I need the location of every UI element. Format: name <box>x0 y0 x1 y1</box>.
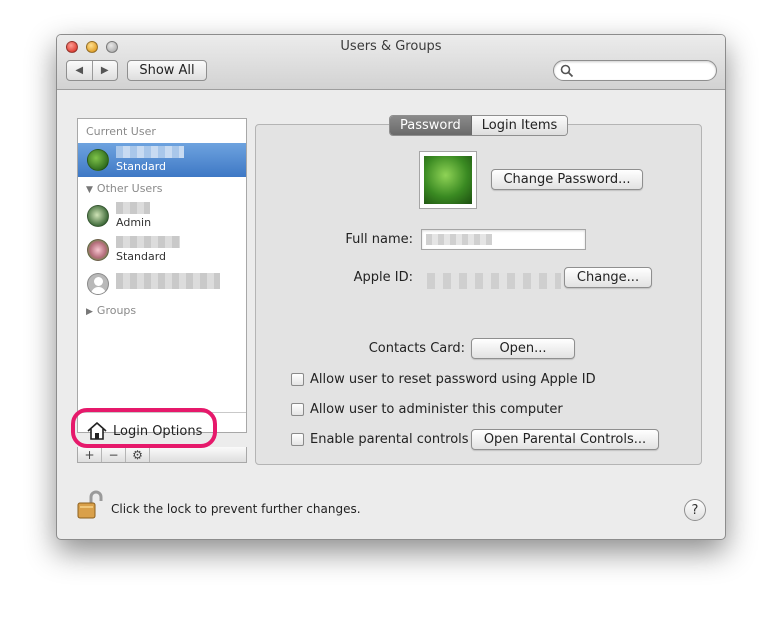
forward-arrow-icon[interactable]: ▶ <box>93 61 118 80</box>
allow-admin-checkbox[interactable] <box>291 402 304 416</box>
full-name-redacted <box>426 234 492 245</box>
back-forward-control: ◀ ▶ <box>66 60 118 81</box>
allow-reset-row[interactable]: Allow user to reset password using Apple… <box>291 371 596 387</box>
user-picture[interactable] <box>419 151 477 209</box>
search-icon <box>560 64 574 78</box>
tab-bar: Password Login Items <box>389 115 569 136</box>
user-name-redacted <box>116 236 180 248</box>
title-bar: Users & Groups ◀ ▶ Show All <box>57 35 725 90</box>
tab-login-items[interactable]: Login Items <box>471 116 568 135</box>
disclosure-triangle-icon: ▼ <box>86 185 93 195</box>
user-name-redacted <box>116 146 184 158</box>
user-avatar <box>87 205 109 227</box>
login-options-item[interactable]: Login Options <box>86 419 202 443</box>
add-user-button[interactable]: + <box>78 447 102 462</box>
parental-controls-checkbox[interactable] <box>291 432 304 446</box>
leaf-picture <box>424 156 472 204</box>
allow-admin-label: Allow user to administer this computer <box>310 401 563 417</box>
open-parental-controls-button[interactable]: Open Parental Controls... <box>471 429 659 450</box>
full-name-field[interactable] <box>421 229 586 250</box>
gear-icon[interactable]: ⚙ <box>126 447 150 462</box>
user-list[interactable]: Current User Standard ▼ Other Users Admin… <box>77 118 247 440</box>
change-apple-id-button[interactable]: Change... <box>564 267 652 288</box>
sidebar-divider <box>78 412 246 413</box>
user-row-admin[interactable]: Admin <box>78 199 246 233</box>
search-field[interactable] <box>553 60 717 81</box>
user-row-standard[interactable]: Standard <box>78 233 246 267</box>
full-name-label: Full name: <box>345 232 413 247</box>
show-all-button[interactable]: Show All <box>127 60 207 81</box>
user-avatar <box>87 239 109 261</box>
other-users-header[interactable]: ▼ Other Users <box>86 182 162 195</box>
parental-controls-row[interactable]: Enable parental controls <box>291 431 469 447</box>
help-button[interactable]: ? <box>684 499 706 521</box>
apple-id-redacted <box>427 273 561 289</box>
user-name-redacted <box>116 202 150 214</box>
open-contacts-button[interactable]: Open... <box>471 338 575 359</box>
user-role: Standard <box>116 160 167 173</box>
allow-reset-checkbox[interactable] <box>291 372 304 386</box>
lock-icon[interactable] <box>77 490 103 520</box>
user-row-current[interactable]: Standard <box>78 143 246 177</box>
parental-controls-label: Enable parental controls <box>310 431 469 447</box>
user-role: Standard <box>116 250 167 263</box>
user-role: Admin <box>116 216 152 229</box>
contacts-card-label: Contacts Card: <box>368 341 465 356</box>
groups-header[interactable]: ▶ Groups <box>86 304 136 317</box>
user-avatar <box>87 149 109 171</box>
sidebar-toolbar: + − ⚙ <box>77 447 247 463</box>
current-user-header: Current User <box>86 125 156 138</box>
users-groups-window: Users & Groups ◀ ▶ Show All Current User… <box>56 34 726 540</box>
remove-user-button[interactable]: − <box>102 447 126 462</box>
change-password-button[interactable]: Change Password... <box>491 169 643 190</box>
search-input[interactable] <box>576 63 710 78</box>
house-icon <box>87 422 107 440</box>
tab-password[interactable]: Password <box>390 116 472 135</box>
disclosure-triangle-icon: ▶ <box>86 307 93 317</box>
user-row-generic[interactable] <box>78 267 246 301</box>
user-avatar <box>87 273 109 295</box>
allow-admin-row[interactable]: Allow user to administer this computer <box>291 401 563 417</box>
back-arrow-icon[interactable]: ◀ <box>67 61 93 80</box>
apple-id-label: Apple ID: <box>353 270 413 285</box>
window-title: Users & Groups <box>340 39 442 54</box>
login-options-label: Login Options <box>113 423 203 439</box>
allow-reset-label: Allow user to reset password using Apple… <box>310 371 596 387</box>
lock-message: Click the lock to prevent further change… <box>111 502 361 516</box>
user-name-redacted <box>116 273 220 289</box>
